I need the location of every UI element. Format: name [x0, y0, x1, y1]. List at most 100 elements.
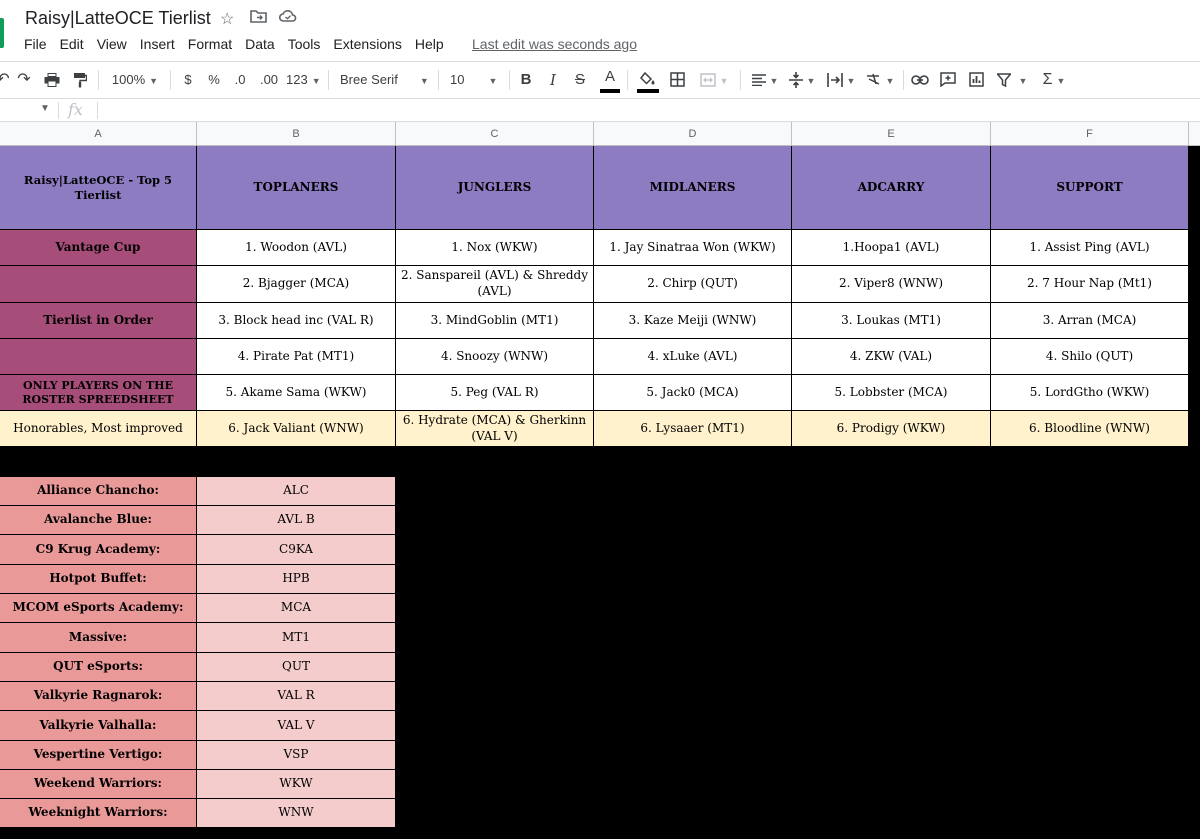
player-cell[interactable]: 4. Shilo (QUT) [991, 339, 1189, 375]
player-cell[interactable]: 5. Lobbster (MCA) [792, 375, 991, 411]
bold-icon[interactable]: B [518, 62, 534, 98]
team-abbr-cell[interactable]: VAL V [197, 711, 396, 741]
currency-format-button[interactable]: $ [181, 62, 195, 98]
font-family-select[interactable]: Bree Serif ▼ [340, 62, 430, 98]
text-wrapping-icon[interactable]: ▼ [824, 62, 858, 98]
player-cell[interactable]: 3. Kaze Meiji (WNW) [594, 303, 792, 339]
team-name-cell[interactable]: QUT eSports: [0, 653, 197, 682]
player-cell[interactable]: 4. Snoozy (WNW) [396, 339, 594, 375]
team-name-cell[interactable]: Weekend Warriors: [0, 770, 197, 799]
percent-format-button[interactable]: % [206, 62, 222, 98]
column-header-d[interactable]: D [594, 122, 792, 146]
menu-file[interactable]: File [24, 36, 47, 54]
player-cell[interactable]: 1.Hoopa1 (AVL) [792, 230, 991, 266]
header-support[interactable]: SUPPORT [991, 146, 1189, 230]
honorable-player-cell[interactable]: 6. Jack Valiant (WNW) [197, 411, 396, 447]
team-abbr-cell[interactable]: QUT [197, 653, 396, 682]
team-name-cell[interactable]: Valkyrie Ragnarok: [0, 682, 197, 711]
team-abbr-cell[interactable]: WNW [197, 799, 396, 828]
menu-help[interactable]: Help [415, 36, 444, 54]
insert-chart-icon[interactable] [965, 62, 987, 98]
strikethrough-icon[interactable]: S [572, 62, 588, 98]
team-abbr-cell[interactable]: VSP [197, 741, 396, 770]
team-abbr-cell[interactable]: VAL R [197, 682, 396, 711]
row-label-cell[interactable] [0, 266, 197, 303]
functions-icon[interactable]: Σ ▼ [1038, 62, 1070, 98]
insert-comment-icon[interactable] [937, 62, 959, 98]
merge-cells-icon[interactable]: ▼ [697, 62, 731, 98]
player-cell[interactable]: 5. LordGtho (WKW) [991, 375, 1189, 411]
column-header-c[interactable]: C [396, 122, 594, 146]
row-label-cell[interactable]: Vantage Cup [0, 230, 197, 266]
player-cell[interactable]: 1. Jay Sinatraa Won (WKW) [594, 230, 792, 266]
menu-extensions[interactable]: Extensions [333, 36, 401, 54]
tierlist-title-cell[interactable]: Raisy|LatteOCE - Top 5 Tierlist [0, 146, 197, 230]
row-label-cell[interactable]: Tierlist in Order [0, 303, 197, 339]
horizontal-align-icon[interactable]: ▼ [749, 62, 781, 98]
increase-decimal-button[interactable]: .00 [258, 62, 280, 98]
more-formats-select[interactable]: 123 ▼ [286, 62, 321, 98]
player-cell[interactable]: 5. Peg (VAL R) [396, 375, 594, 411]
italic-icon[interactable]: I [545, 62, 561, 98]
decrease-decimal-button[interactable]: .0 [231, 62, 249, 98]
header-junglers[interactable]: JUNGLERS [396, 146, 594, 230]
team-abbr-cell[interactable]: MCA [197, 594, 396, 623]
row-label-cell[interactable]: ONLY PLAYERS ON THE ROSTER SPREEDSHEET [0, 375, 197, 411]
player-cell[interactable]: 4. ZKW (VAL) [792, 339, 991, 375]
team-abbr-cell[interactable]: C9KA [197, 535, 396, 565]
move-to-folder-icon[interactable] [250, 9, 267, 28]
honorable-player-cell[interactable]: 6. Prodigy (WKW) [792, 411, 991, 447]
header-midlaners[interactable]: MIDLANERS [594, 146, 792, 230]
font-size-select[interactable]: 10 ▼ [450, 62, 502, 98]
team-abbr-cell[interactable]: MT1 [197, 623, 396, 653]
print-icon[interactable] [41, 62, 63, 98]
player-cell[interactable]: 1. Woodon (AVL) [197, 230, 396, 266]
team-name-cell[interactable]: Weeknight Warriors: [0, 799, 197, 828]
vertical-align-icon[interactable]: ▼ [786, 62, 818, 98]
player-cell[interactable]: 4. Pirate Pat (MT1) [197, 339, 396, 375]
team-name-cell[interactable]: MCOM eSports Academy: [0, 594, 197, 623]
player-cell[interactable]: 2. Sanspareil (AVL) & Shreddy (AVL) [396, 266, 594, 303]
menu-tools[interactable]: Tools [288, 36, 321, 54]
player-cell[interactable]: 5. Akame Sama (WKW) [197, 375, 396, 411]
column-header-f[interactable]: F [991, 122, 1189, 146]
menu-insert[interactable]: Insert [140, 36, 175, 54]
fill-color-icon[interactable] [637, 62, 659, 98]
column-header-e[interactable]: E [792, 122, 991, 146]
row-label-cell[interactable] [0, 339, 197, 375]
player-cell[interactable]: 2. Bjagger (MCA) [197, 266, 396, 303]
header-adcarry[interactable]: ADCARRY [792, 146, 991, 230]
player-cell[interactable]: 3. Arran (MCA) [991, 303, 1189, 339]
honorables-label-cell[interactable]: Honorables, Most improved [0, 411, 197, 447]
filter-icon[interactable]: ▼ [994, 62, 1030, 98]
team-name-cell[interactable]: Vespertine Vertigo: [0, 741, 197, 770]
cloud-saved-icon[interactable] [278, 9, 297, 27]
undo-icon[interactable]: ↶ [0, 62, 10, 98]
document-title[interactable]: Raisy|LatteOCE Tierlist [25, 8, 211, 29]
column-header-b[interactable]: B [197, 122, 396, 146]
text-rotation-icon[interactable]: ▼ [863, 62, 897, 98]
honorable-player-cell[interactable]: 6. Hydrate (MCA) & Gherkinn (VAL V) [396, 411, 594, 447]
redo-icon[interactable]: ↷ [14, 62, 34, 98]
player-cell[interactable]: 2. 7 Hour Nap (Mt1) [991, 266, 1189, 303]
player-cell[interactable]: 4. xLuke (AVL) [594, 339, 792, 375]
borders-icon[interactable] [668, 62, 686, 98]
team-abbr-cell[interactable]: HPB [197, 565, 396, 594]
menu-format[interactable]: Format [188, 36, 232, 54]
player-cell[interactable]: 3. Block head inc (VAL R) [197, 303, 396, 339]
menu-edit[interactable]: Edit [60, 36, 84, 54]
player-cell[interactable]: 3. MindGoblin (MT1) [396, 303, 594, 339]
zoom-select[interactable]: 100% ▼ [110, 62, 160, 98]
player-cell[interactable]: 3. Loukas (MT1) [792, 303, 991, 339]
text-color-icon[interactable]: A [600, 62, 620, 98]
star-icon[interactable]: ☆ [220, 9, 234, 29]
team-name-cell[interactable]: Avalanche Blue: [0, 506, 197, 535]
team-name-cell[interactable]: Massive: [0, 623, 197, 653]
honorable-player-cell[interactable]: 6. Lysaaer (MT1) [594, 411, 792, 447]
paint-format-icon[interactable] [69, 62, 91, 98]
team-name-cell[interactable]: C9 Krug Academy: [0, 535, 197, 565]
insert-link-icon[interactable] [909, 62, 931, 98]
player-cell[interactable]: 1. Nox (WKW) [396, 230, 594, 266]
column-header-a[interactable]: A [0, 122, 197, 146]
last-edit-link[interactable]: Last edit was seconds ago [472, 36, 637, 52]
